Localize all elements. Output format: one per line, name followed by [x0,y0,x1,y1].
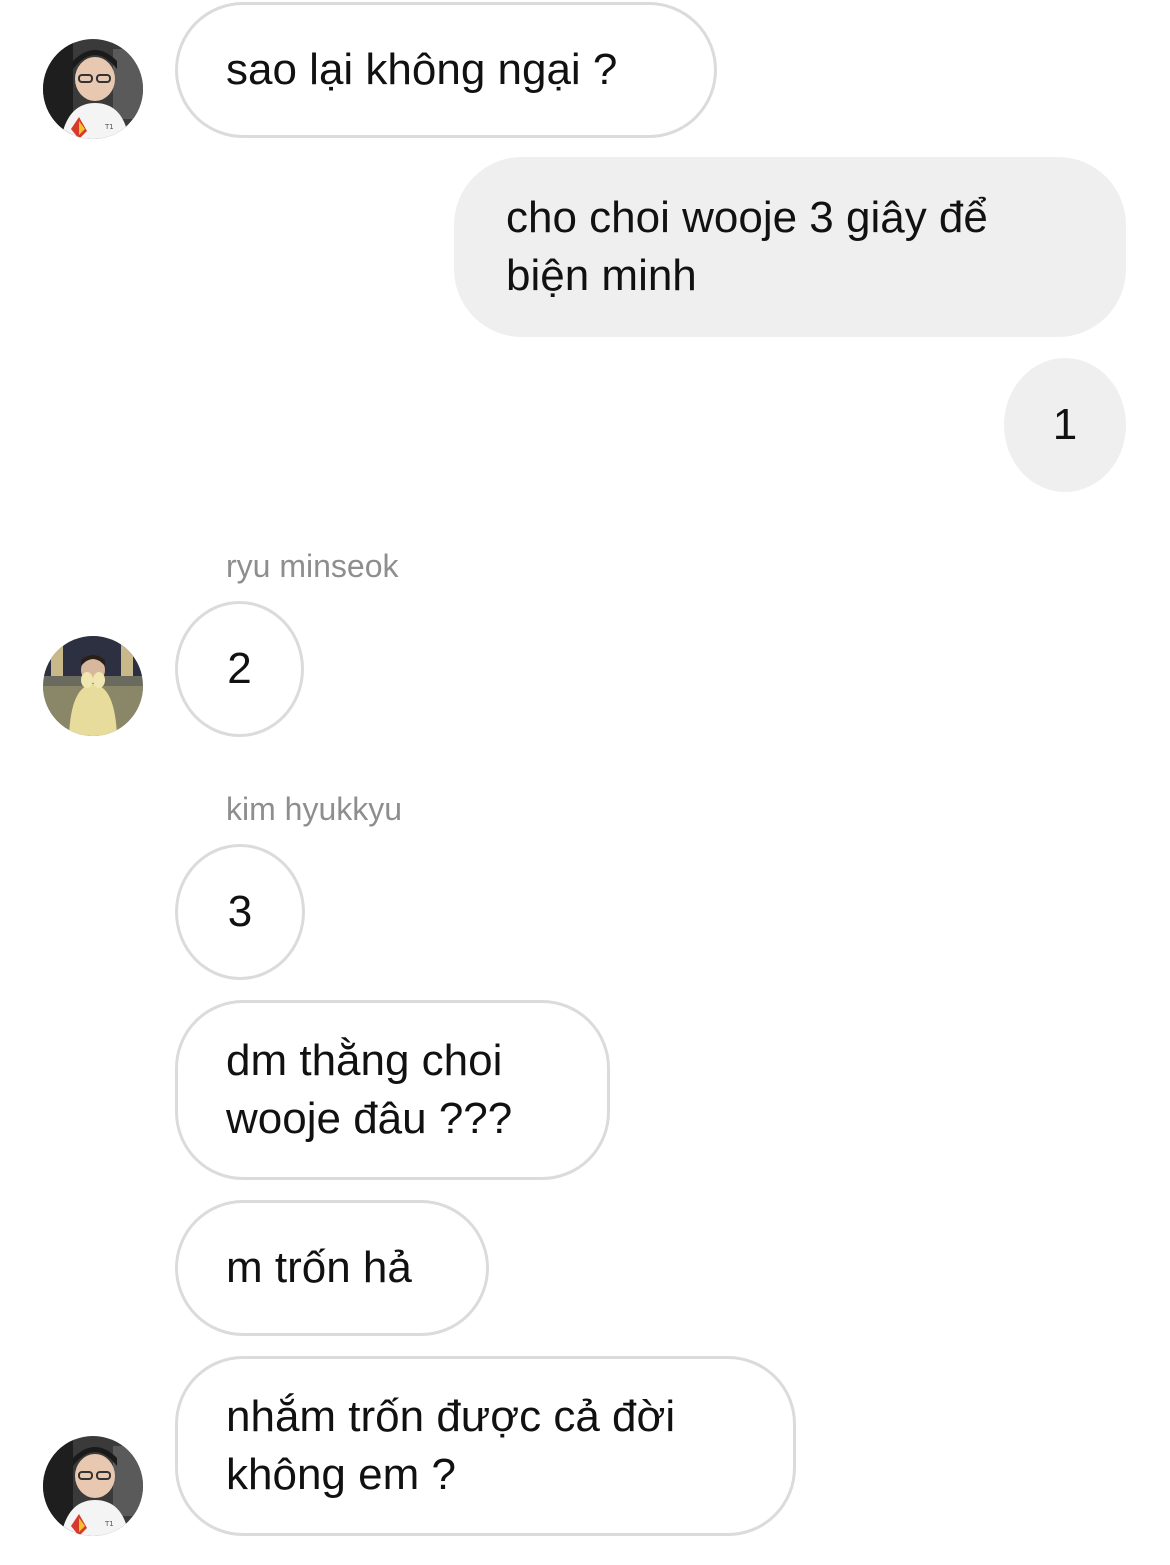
message-bubble-incoming[interactable]: 2 [175,601,304,737]
message-bubble-incoming[interactable]: dm thằng choi wooje đâu ??? [175,1000,610,1180]
avatar[interactable]: T1 [43,39,143,139]
avatar[interactable]: T1 [43,1436,143,1536]
message-text: 1 [1052,400,1078,449]
avatar-keria-icon [43,636,143,736]
message-bubble-incoming[interactable]: sao lại không ngại ? [175,2,717,138]
svg-text:T1: T1 [104,1520,114,1528]
avatar[interactable] [43,636,143,736]
message-bubble-outgoing[interactable]: 1 [1004,358,1126,492]
message-text: nhắm trốn được cả đời không em ? [226,1392,676,1499]
message-text: sao lại không ngại ? [226,45,618,94]
message-text: 3 [227,887,253,936]
message-text: m trốn hả [226,1243,412,1292]
message-bubble-incoming[interactable]: 3 [175,844,305,980]
sender-name: ryu minseok [226,548,399,584]
avatar-faker-icon: T1 [43,39,143,139]
message-text: 2 [227,644,252,693]
avatar-faker-icon: T1 [43,1436,143,1536]
message-text: cho choi wooje 3 giây để biện minh [506,193,988,300]
svg-text:T1: T1 [104,123,114,131]
message-bubble-outgoing[interactable]: cho choi wooje 3 giây để biện minh [454,157,1126,337]
message-text: dm thằng choi wooje đâu ??? [226,1036,513,1143]
message-bubble-incoming[interactable]: nhắm trốn được cả đời không em ? [175,1356,796,1536]
message-bubble-incoming[interactable]: m trốn hả [175,1200,489,1336]
sender-name: kim hyukkyu [226,791,403,827]
